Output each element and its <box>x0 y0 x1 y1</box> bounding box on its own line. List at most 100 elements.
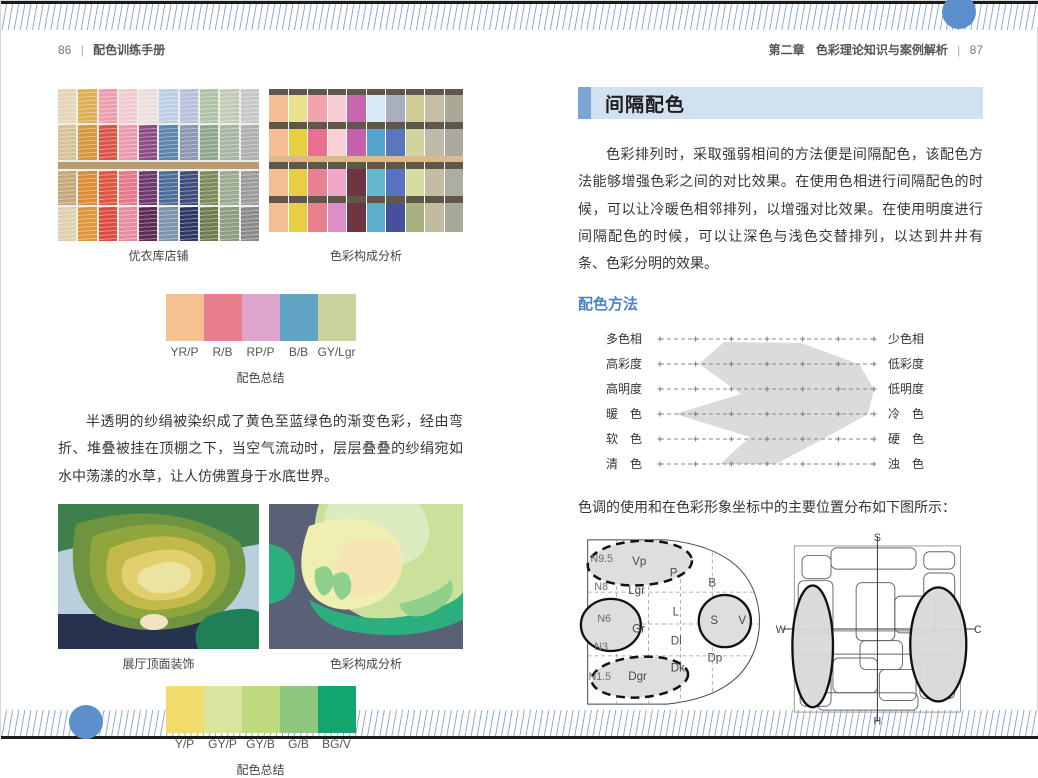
scale-right-label: 低明度 <box>888 381 924 396</box>
palette-swatch: GY/P <box>204 686 242 751</box>
grid-cell <box>347 162 366 169</box>
swatch-label: R/B <box>204 345 242 359</box>
scale-left-label: 软 色 <box>606 432 642 446</box>
grid-cell <box>367 162 386 169</box>
grid-cell <box>367 122 386 129</box>
palette-swatch: BG/V <box>318 686 356 751</box>
grid-cell <box>425 162 444 169</box>
page-number: 86 <box>58 43 71 57</box>
left-paragraph: 半透明的纱绢被染织成了黄色至蓝绿色的渐变色彩，经由弯折、堆叠被挂在顶棚之下，当空… <box>58 408 463 490</box>
grid-cell <box>386 169 405 196</box>
clothes-stack <box>220 89 238 123</box>
clothes-stack <box>119 207 137 241</box>
swatch-label: GY/P <box>204 737 242 751</box>
tone-b: B <box>708 578 716 590</box>
left-page: 86 | 配色训练手册 优衣库店铺 色彩构成分析 YR/PR/BRP/PB/BG… <box>58 41 463 778</box>
shelf-row <box>58 125 259 159</box>
clothes-stack <box>58 125 76 159</box>
grid-cell <box>347 95 366 122</box>
clothes-stack <box>241 171 259 205</box>
grid-cell <box>386 122 405 129</box>
grid-cell <box>308 95 327 122</box>
grid-cell <box>367 129 386 156</box>
photo-caption: 展厅顶面装饰 <box>58 655 259 672</box>
tone-dl: Dl <box>671 636 682 648</box>
tone-s: S <box>710 615 718 627</box>
palette-1-caption: 配色总结 <box>58 369 463 386</box>
swatch-color <box>280 686 318 733</box>
grid-cell <box>328 203 347 232</box>
grid-cell <box>289 95 308 122</box>
palette-swatch: R/B <box>204 294 242 359</box>
scale-right-label: 低彩度 <box>888 356 924 371</box>
clothes-stack <box>99 125 117 159</box>
clothes-stack <box>241 207 259 241</box>
grid-cell <box>445 203 464 232</box>
grid-row <box>269 196 463 203</box>
clothes-stack <box>99 207 117 241</box>
grid-cell <box>445 162 464 169</box>
grid-cell <box>406 162 425 169</box>
scale-right-label: 少色相 <box>888 332 924 346</box>
wood-shelf <box>58 162 259 169</box>
grid-cell <box>445 129 464 156</box>
shelf-row <box>58 207 259 241</box>
clothes-stack <box>58 207 76 241</box>
analysis-caption: 色彩构成分析 <box>269 655 463 672</box>
grid-cell <box>328 95 347 122</box>
clothes-stack <box>119 171 137 205</box>
swatch-label: Y/P <box>166 737 204 751</box>
grid-cell <box>289 203 308 232</box>
swatch-color <box>204 294 242 341</box>
tone-vp: Vp <box>632 557 646 569</box>
grid-cell <box>406 122 425 129</box>
clothes-stack <box>241 125 259 159</box>
axis-h-label: H <box>874 716 882 728</box>
n3-label: N3 <box>594 642 608 654</box>
analysis-caption: 色彩构成分析 <box>269 247 463 264</box>
n8-label: N8 <box>594 582 608 594</box>
grid-cell <box>328 129 347 156</box>
grid-cell <box>269 95 288 122</box>
swatch-color <box>204 686 242 733</box>
grid-cell <box>269 129 288 156</box>
scale-left-label: 高彩度 <box>606 356 642 371</box>
clothes-stack <box>139 207 157 241</box>
palette-2-caption: 配色总结 <box>58 761 463 778</box>
grid-cell <box>308 122 327 129</box>
swatch-label: BG/V <box>318 737 356 751</box>
clothes-stack <box>78 207 96 241</box>
grid-cell <box>445 169 464 196</box>
swatch-label: GY/Lgr <box>318 345 356 359</box>
scale-shape <box>675 342 874 464</box>
shelf-row <box>58 171 259 205</box>
coord-ellipse-right <box>911 588 967 702</box>
grid-cell <box>269 203 288 232</box>
section-title-bar <box>578 87 591 119</box>
grid-cell <box>308 169 327 196</box>
grid-cell <box>289 169 308 196</box>
tone-scale-svg: 多色相少色相高彩度低彩度高明度低明度暖 色冷 色软 色硬 色清 色浊 色 <box>604 324 948 476</box>
clothes-stack <box>220 125 238 159</box>
grid-cell <box>406 196 425 203</box>
palette-swatch: GY/Lgr <box>318 294 356 359</box>
scale-right-label: 硬 色 <box>888 432 924 446</box>
grid-cell <box>308 162 327 169</box>
clothes-stack <box>139 171 157 205</box>
book-title: 配色训练手册 <box>93 43 165 57</box>
grid-cell <box>425 203 444 232</box>
grid-cell <box>328 169 347 196</box>
n15-label: N1.5 <box>589 671 612 683</box>
grid-row <box>269 95 463 122</box>
top-hatch-band <box>1 4 1038 30</box>
n6-label: N6 <box>597 614 611 626</box>
swatch-color <box>318 686 356 733</box>
chapter-title: 色彩理论知识与案例解析 <box>816 43 948 57</box>
swatch-color <box>242 294 280 341</box>
figure-row-2-captions: 展厅顶面装饰 色彩构成分析 <box>58 655 463 672</box>
grid-cell <box>425 129 444 156</box>
grid-row <box>269 162 463 169</box>
method-subtitle: 配色方法 <box>578 293 983 314</box>
ceiling-photo <box>58 504 259 649</box>
photo-shelf <box>58 89 259 241</box>
